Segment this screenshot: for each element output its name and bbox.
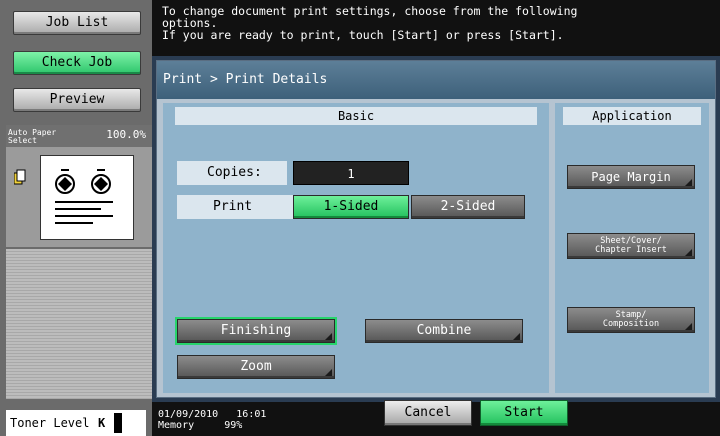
paper-zoom-info: Auto Paper Select 100.0%: [6, 125, 152, 147]
paper-stack-icon: [14, 169, 26, 185]
left-panel: Job List Check Job Preview Auto Paper Se…: [0, 0, 152, 436]
page-thumbnail-icon: [40, 155, 134, 240]
job-list-button[interactable]: Job List: [13, 11, 141, 35]
date: 01/09/2010: [158, 409, 219, 420]
check-job-button[interactable]: Check Job: [13, 51, 141, 75]
breadcrumb: Print > Print Details: [157, 61, 715, 99]
two-sided-button[interactable]: 2-Sided: [411, 195, 525, 219]
sheet-cover-insert-button[interactable]: Sheet/Cover/ Chapter Insert: [567, 233, 695, 259]
tab-application: Application: [563, 107, 701, 125]
copies-label: Copies:: [177, 161, 287, 185]
page-margin-button[interactable]: Page Margin: [567, 165, 695, 189]
main-panel: Print > Print Details Basic Application …: [152, 56, 720, 402]
tab-basic: Basic: [175, 107, 537, 125]
toner-bar: [114, 413, 122, 433]
toner-level: Toner Level K: [6, 410, 146, 436]
cancel-button[interactable]: Cancel: [384, 400, 472, 426]
message-line3: If you are ready to print, touch [Start]…: [162, 28, 564, 42]
instruction-message: To change document print settings, choos…: [152, 0, 720, 56]
basic-panel: Basic: [163, 103, 549, 393]
preview-area: Auto Paper Select 100.0%: [6, 125, 152, 247]
preview-button[interactable]: Preview: [13, 88, 141, 112]
sheet-cover-line2: Chapter Insert: [595, 245, 667, 255]
left-filler: [6, 249, 152, 399]
print-label: Print: [177, 195, 293, 219]
memory-label: Memory: [158, 420, 195, 431]
time: 16:01: [236, 409, 267, 420]
zoom-button[interactable]: Zoom: [177, 355, 335, 379]
zoom-percent: 100.0%: [106, 128, 146, 141]
finishing-button[interactable]: Finishing: [177, 319, 335, 343]
stamp-line2: Composition: [602, 319, 660, 329]
copies-field[interactable]: 1: [293, 161, 409, 185]
message-line1: To change document print settings, choos…: [162, 4, 578, 18]
combine-button[interactable]: Combine: [365, 319, 523, 343]
memory-value: 99%: [224, 420, 243, 431]
one-sided-button[interactable]: 1-Sided: [293, 195, 409, 219]
print-details-panel: Print > Print Details Basic Application …: [156, 60, 716, 398]
stamp-composition-button[interactable]: Stamp/ Composition: [567, 307, 695, 333]
toner-color: K: [98, 416, 106, 430]
start-button[interactable]: Start: [480, 400, 568, 426]
toner-label: Toner Level: [10, 416, 90, 430]
